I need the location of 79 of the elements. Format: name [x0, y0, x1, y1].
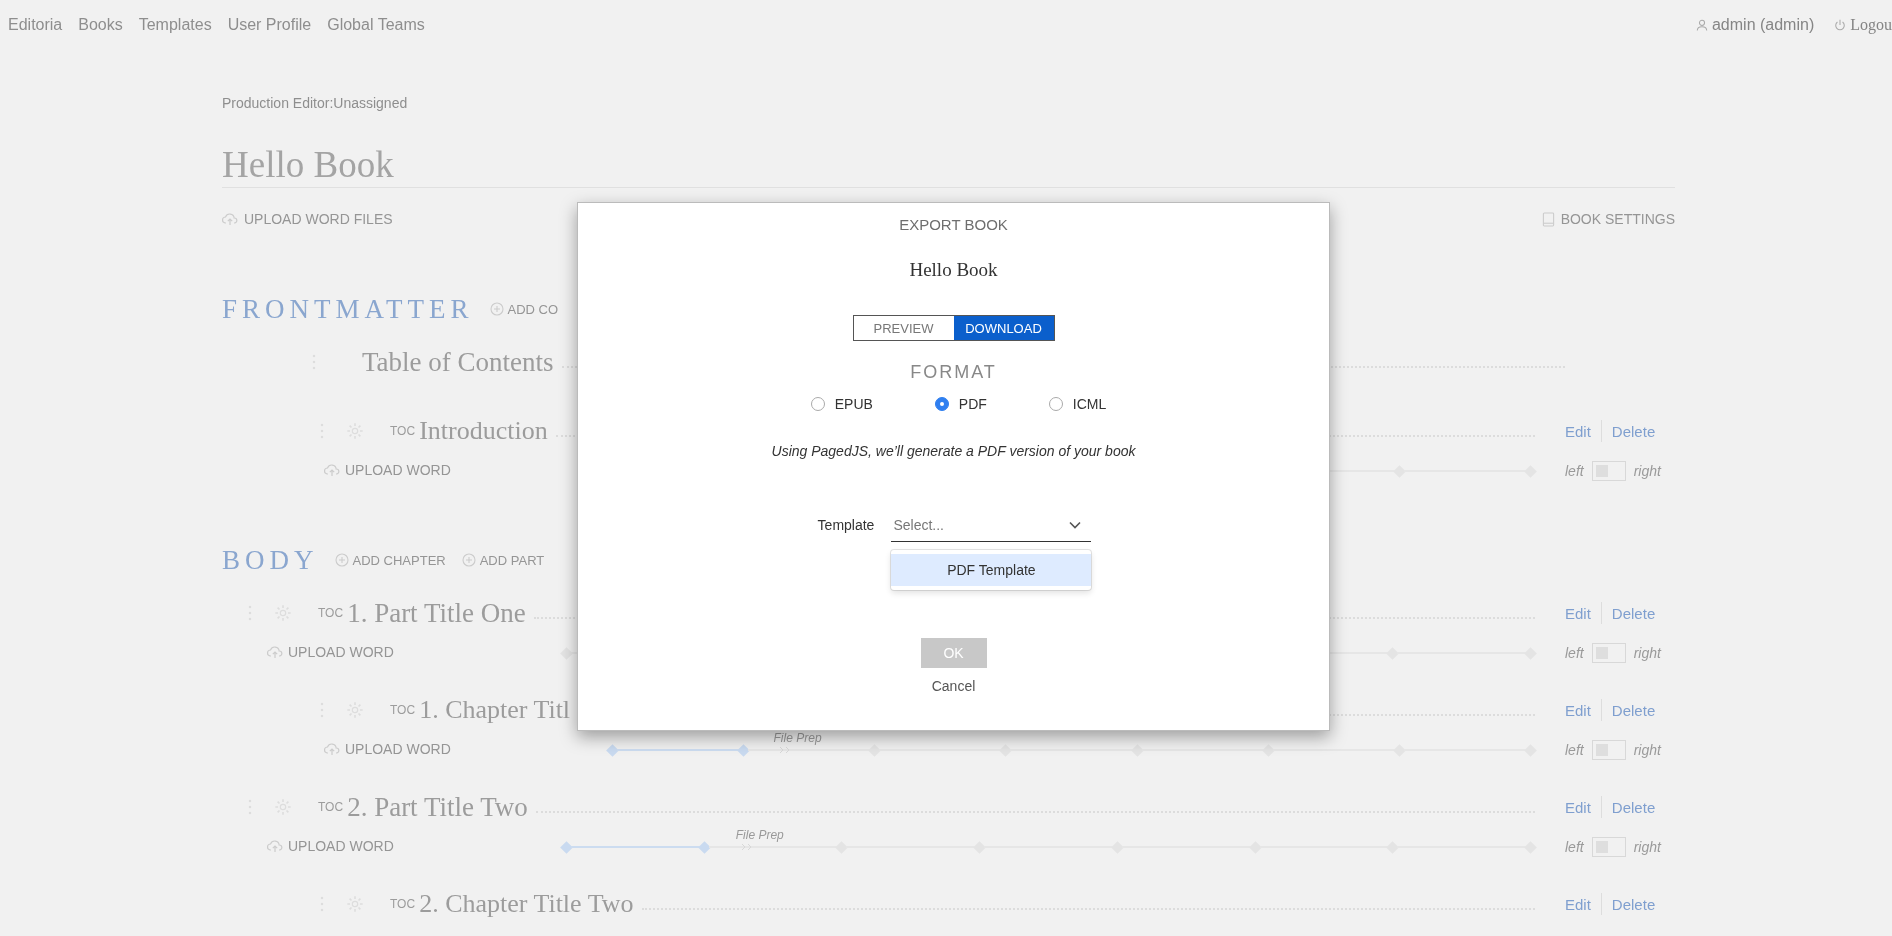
stage-label: File Prep — [735, 829, 784, 841]
format-radio[interactable]: ICML — [1048, 396, 1107, 412]
cancel-link[interactable]: Cancel — [931, 676, 976, 696]
template-select[interactable]: Select... — [891, 508, 1092, 542]
left-label: left — [1565, 742, 1584, 758]
toc-label: TOC — [390, 897, 416, 911]
format-radio[interactable]: EPUB — [810, 396, 873, 412]
section-heading: BODY — [222, 544, 319, 576]
left-label: left — [1565, 645, 1584, 661]
edit-link[interactable]: Edit — [1565, 895, 1591, 913]
right-label: right — [1633, 463, 1661, 479]
delete-link[interactable]: Delete — [1611, 604, 1656, 622]
delete-link[interactable]: Delete — [1611, 895, 1656, 913]
edit-link[interactable]: Edit — [1565, 604, 1591, 622]
add-button[interactable]: ADD CO — [489, 301, 559, 317]
upload-icon — [324, 462, 340, 477]
edit-link[interactable]: Edit — [1565, 701, 1591, 719]
user-link[interactable]: admin (admin) — [1695, 16, 1815, 34]
delete-link[interactable]: Delete — [1611, 798, 1656, 816]
edit-link[interactable]: Edit — [1565, 422, 1591, 440]
nav-link[interactable]: Books — [78, 16, 123, 34]
book-icon — [1541, 211, 1555, 227]
right-label: right — [1633, 839, 1661, 855]
add-button[interactable]: ADD PART — [461, 552, 545, 568]
component-title: Table of Contents — [362, 346, 554, 378]
nav-link[interactable]: User Profile — [227, 16, 312, 34]
toggle-switch[interactable] — [1591, 461, 1626, 481]
mode-tab[interactable]: DOWNLOAD — [953, 316, 1054, 340]
add-button[interactable]: ADD CHAPTER — [334, 552, 446, 568]
left-label: left — [1565, 839, 1584, 855]
component-title: 2. Part Title Two — [347, 791, 528, 823]
upload-word-button[interactable]: UPLOAD WORD — [267, 837, 394, 854]
format-description: Using PagedJS, we’ll generate a PDF version of your book — [771, 442, 1136, 461]
upload-word-button[interactable]: UPLOAD WORD — [324, 740, 451, 757]
format-heading: FORMAT — [910, 361, 997, 384]
right-label: right — [1633, 645, 1661, 661]
delete-link[interactable]: Delete — [1611, 701, 1656, 719]
power-icon — [1834, 19, 1847, 31]
dialog-title: EXPORT BOOK — [899, 215, 1008, 235]
left-label: left — [1565, 463, 1584, 479]
toggle-switch[interactable] — [1591, 643, 1626, 663]
nav-link[interactable]: Editoria — [8, 16, 63, 34]
dropdown-option[interactable]: PDF Template — [891, 554, 1092, 586]
delete-link[interactable]: Delete — [1611, 422, 1656, 440]
stage-label: File Prep — [773, 732, 822, 744]
production-editor-label: Production Editor:Unassigned — [222, 94, 409, 113]
component-title: 1. Chapter Titl — [419, 695, 571, 725]
plus-circle-icon — [334, 553, 349, 567]
book-name: Hello Book — [909, 258, 998, 282]
upload-icon — [267, 644, 283, 659]
nav-link[interactable]: Templates — [138, 16, 212, 34]
component-title: 1. Part Title One — [347, 597, 526, 629]
toggle-switch[interactable] — [1591, 837, 1626, 857]
edit-link[interactable]: Edit — [1565, 798, 1591, 816]
upload-word-files-button[interactable]: UPLOAD WORD FILES — [222, 211, 393, 227]
chevron-down-icon — [1069, 520, 1082, 529]
upload-word-button[interactable]: UPLOAD WORD — [324, 461, 451, 478]
toc-label: TOC — [390, 424, 416, 438]
upload-icon — [267, 838, 283, 853]
toc-label: TOC — [318, 800, 344, 814]
format-radio[interactable]: PDF — [934, 396, 987, 412]
plus-circle-icon — [461, 553, 476, 567]
upload-icon — [222, 212, 238, 226]
toggle-switch[interactable] — [1591, 740, 1626, 760]
toc-label: TOC — [318, 606, 344, 620]
upload-word-button[interactable]: UPLOAD WORD — [267, 643, 394, 660]
section-heading: FRONTMATTER — [222, 293, 474, 325]
book-settings-button[interactable]: BOOK SETTINGS — [1541, 211, 1675, 227]
upload-icon — [324, 741, 340, 756]
book-title: Hello Book — [222, 143, 1675, 188]
plus-circle-icon — [489, 302, 504, 316]
user-icon — [1695, 19, 1708, 31]
template-label: Template — [817, 517, 875, 533]
logout-link[interactable]: Logou — [1834, 16, 1892, 34]
component-title: Introduction — [419, 416, 548, 446]
nav-link[interactable]: Global Teams — [327, 16, 425, 34]
toc-label: TOC — [390, 703, 416, 717]
component-title: 2. Chapter Title Two — [419, 889, 634, 919]
right-label: right — [1633, 742, 1661, 758]
